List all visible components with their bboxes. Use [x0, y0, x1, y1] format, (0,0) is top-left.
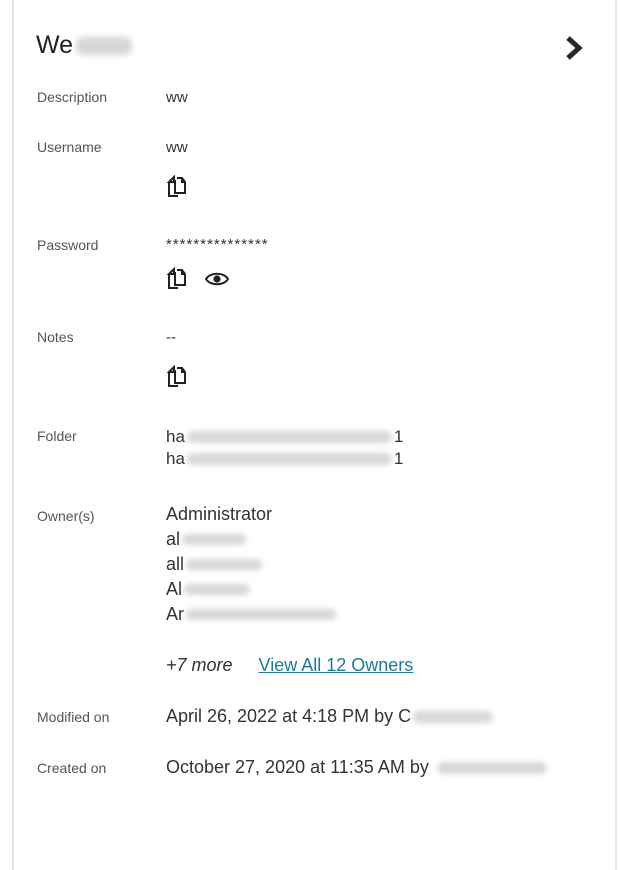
notes-actions	[164, 364, 204, 390]
owner-item: Ar	[166, 602, 336, 627]
username-label: Username	[37, 139, 102, 155]
redacted-owner	[182, 534, 247, 545]
eye-icon	[205, 272, 229, 286]
password-label: Password	[37, 237, 99, 253]
record-details-panel: We Description ww Username ww Password *…	[12, 0, 617, 870]
folder-label: Folder	[37, 428, 77, 444]
owner-name: Administrator	[166, 504, 273, 524]
chevron-right-icon	[566, 36, 583, 60]
owner-item: Administrator	[166, 502, 336, 527]
next-record-button[interactable]	[561, 35, 587, 61]
username-value: ww	[166, 139, 188, 156]
redacted-owner	[186, 559, 263, 570]
owner-name: al	[166, 529, 181, 549]
notes-label: Notes	[37, 329, 74, 345]
owner-name: all	[166, 554, 185, 574]
folder-path-end: 1	[393, 427, 404, 446]
redacted-folder	[186, 453, 392, 465]
show-password-button[interactable]	[204, 266, 230, 292]
redacted-modifier	[413, 710, 494, 723]
username-actions	[164, 174, 204, 200]
folder-path-start: ha	[166, 427, 185, 446]
more-owners-count: +7 more	[166, 655, 233, 675]
copy-icon	[166, 175, 186, 197]
owner-name: Ar	[166, 604, 184, 624]
description-value: ww	[166, 89, 188, 106]
owner-item: all	[166, 552, 336, 577]
password-actions	[164, 266, 244, 292]
owners-list: Administrator al all Al Ar	[166, 502, 336, 627]
redacted-owner	[186, 609, 336, 620]
owners-label: Owner(s)	[37, 508, 95, 524]
redacted-owner	[184, 584, 251, 595]
copy-icon	[166, 365, 186, 387]
modified-value-row: April 26, 2022 at 4:18 PM by C	[166, 706, 494, 727]
view-all-owners-link[interactable]: View All 12 Owners	[259, 655, 414, 676]
redacted-folder	[186, 431, 392, 443]
created-label: Created on	[37, 760, 107, 776]
owners-more: +7 more View All 12 Owners	[166, 655, 413, 676]
modified-value: April 26, 2022 at 4:18 PM by C	[166, 706, 412, 726]
owner-item: al	[166, 527, 336, 552]
owner-name: Al	[166, 579, 183, 599]
description-label: Description	[37, 89, 108, 105]
folder-path: ha 1	[166, 426, 403, 448]
copy-notes-button[interactable]	[164, 364, 190, 390]
redacted-title	[76, 36, 133, 55]
copy-icon	[166, 267, 186, 289]
record-title: We	[36, 31, 133, 60]
redacted-creator	[436, 761, 547, 774]
password-value: ***************	[166, 236, 269, 253]
owner-item: Al	[166, 577, 336, 602]
copy-username-button[interactable]	[164, 174, 190, 200]
notes-value: --	[166, 329, 176, 346]
folder-path: ha 1	[166, 448, 403, 470]
folder-value: ha 1 ha 1	[166, 426, 403, 470]
modified-label: Modified on	[37, 709, 110, 725]
folder-path-end: 1	[393, 449, 404, 468]
folder-path-start: ha	[166, 449, 185, 468]
copy-password-button[interactable]	[164, 266, 190, 292]
created-value: October 27, 2020 at 11:35 AM by	[166, 757, 429, 777]
record-title-text: We	[36, 31, 74, 59]
created-value-row: October 27, 2020 at 11:35 AM by	[166, 757, 547, 778]
